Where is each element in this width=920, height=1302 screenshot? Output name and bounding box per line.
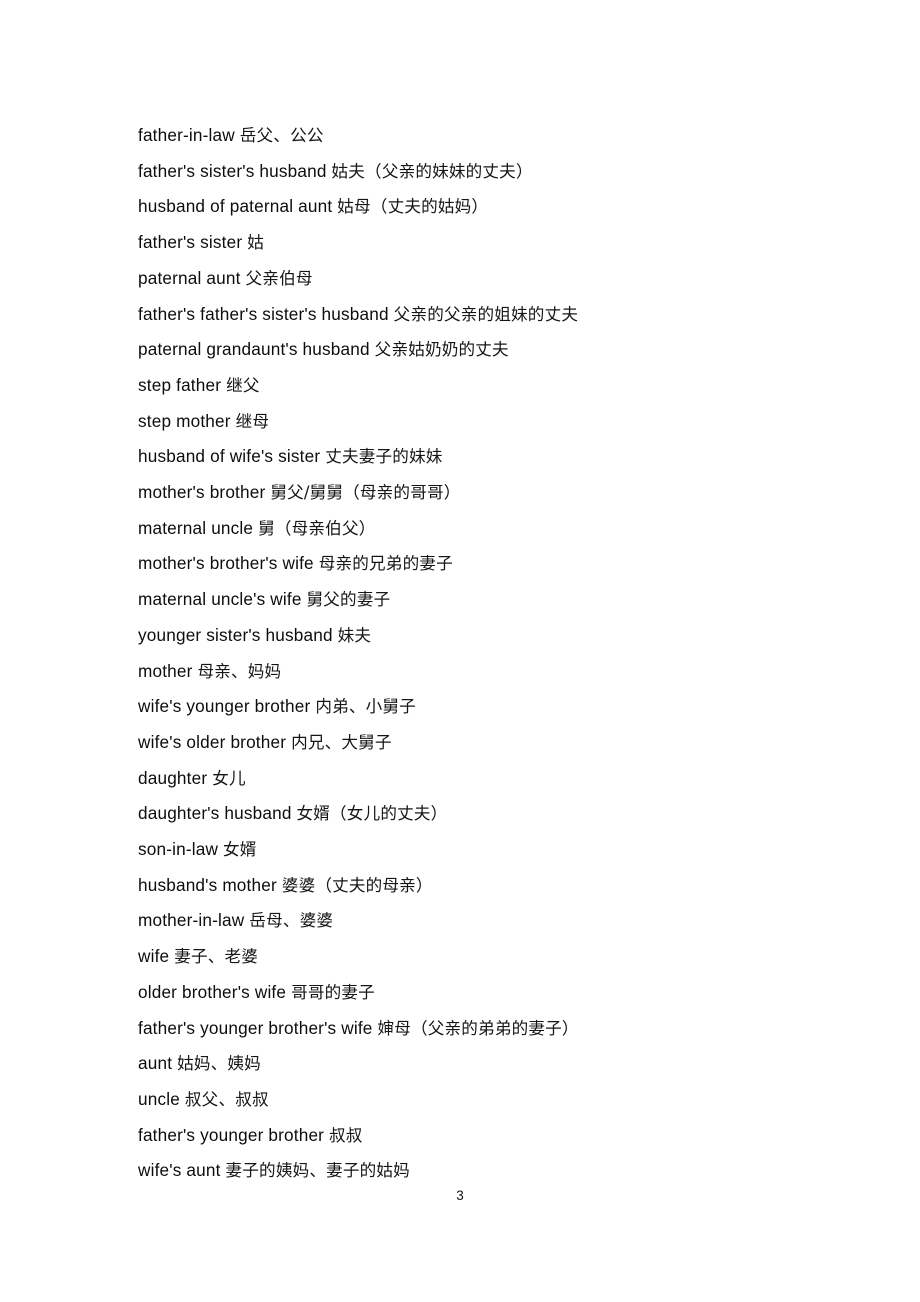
entry-gloss: 叔父、叔叔 (184, 1089, 269, 1109)
glossary-entry: aunt 姑妈、姨妈 (138, 1046, 818, 1082)
entry-gloss: 父亲伯母 (245, 268, 313, 288)
entry-gloss: 内兄、大舅子 (291, 732, 392, 752)
glossary-entry: son-in-law 女婿 (138, 832, 818, 868)
entry-term: aunt (138, 1053, 173, 1074)
glossary-entry: maternal uncle 舅（母亲伯父） (138, 511, 818, 547)
entry-gloss: 母亲、妈妈 (197, 661, 282, 681)
glossary-entry: wife's aunt 妻子的姨妈、妻子的姑妈 (138, 1153, 818, 1189)
entry-gloss: 婆婆（丈夫的母亲） (281, 875, 433, 895)
entry-gloss: 姑 (247, 233, 264, 253)
glossary-entry: husband of wife's sister 丈夫妻子的妹妹 (138, 439, 818, 475)
glossary-list: father-in-law 岳父、公公 father's sister's hus… (138, 118, 818, 1189)
entry-term: father's sister (138, 232, 243, 253)
glossary-entry: father's father's sister's husband 父亲的父亲… (138, 297, 818, 333)
glossary-entry: mother's brother's wife 母亲的兄弟的妻子 (138, 546, 818, 582)
glossary-entry: older brother's wife 哥哥的妻子 (138, 975, 818, 1011)
glossary-entry: paternal aunt 父亲伯母 (138, 261, 818, 297)
glossary-entry: wife's younger brother 内弟、小舅子 (138, 689, 818, 725)
entry-term: mother's brother's wife (138, 553, 314, 574)
entry-term: wife's older brother (138, 731, 287, 752)
glossary-entry: uncle 叔父、叔叔 (138, 1082, 818, 1118)
entry-gloss: 妻子的姨妈、妻子的姑妈 (225, 1161, 410, 1181)
entry-term: wife's aunt (138, 1160, 221, 1181)
entry-term: wife (138, 946, 170, 967)
glossary-entry: wife's older brother 内兄、大舅子 (138, 725, 818, 761)
entry-gloss: 叔叔 (329, 1125, 363, 1145)
glossary-entry: mother-in-law 岳母、婆婆 (138, 903, 818, 939)
entry-term: paternal grandaunt's husband (138, 339, 370, 360)
entry-gloss: 岳母、婆婆 (249, 911, 334, 931)
entry-gloss: 舅父的妻子 (306, 590, 391, 610)
entry-gloss: 继父 (226, 375, 260, 395)
glossary-entry: maternal uncle's wife 舅父的妻子 (138, 582, 818, 618)
entry-gloss: 内弟、小舅子 (315, 697, 416, 717)
glossary-entry: husband of paternal aunt 姑母（丈夫的姑妈） (138, 189, 818, 225)
entry-gloss: 哥哥的妻子 (291, 982, 375, 1002)
entry-gloss: 妻子、老婆 (174, 947, 259, 967)
entry-term: paternal aunt (138, 267, 241, 288)
glossary-entry: husband's mother 婆婆（丈夫的母亲） (138, 868, 818, 904)
entry-term: step father (138, 374, 222, 395)
document-page: father-in-law 岳父、公公 father's sister's hus… (0, 0, 920, 1302)
entry-term: older brother's wife (138, 981, 287, 1002)
entry-term: maternal uncle's wife (138, 589, 302, 610)
glossary-entry: father-in-law 岳父、公公 (138, 118, 818, 154)
entry-term: uncle (138, 1088, 180, 1109)
entry-gloss: 岳父、公公 (239, 126, 324, 145)
entry-term: step mother (138, 410, 231, 431)
glossary-entry: step father 继父 (138, 368, 818, 404)
glossary-entry: daughter 女儿 (138, 761, 818, 797)
entry-term: husband's mother (138, 874, 277, 895)
entry-gloss: 女婿 (223, 840, 257, 860)
entry-gloss: 继母 (235, 411, 270, 431)
entry-gloss: 舅（母亲伯父） (258, 518, 376, 538)
entry-term: maternal uncle (138, 517, 254, 538)
glossary-entry: younger sister's husband 妹夫 (138, 618, 818, 654)
entry-gloss: 婶母（父亲的弟弟的妻子） (377, 1018, 579, 1038)
entry-term: husband of wife's sister (138, 446, 321, 467)
entry-term: father-in-law (138, 125, 235, 145)
glossary-entry: father's younger brother 叔叔 (138, 1118, 818, 1154)
entry-term: husband of paternal aunt (138, 196, 333, 217)
page-number: 3 (456, 1188, 464, 1203)
entry-gloss: 父亲的父亲的姐妹的丈夫 (393, 304, 579, 324)
entry-gloss: 舅父/舅舅（母亲的哥哥） (270, 483, 461, 503)
entry-term: mother-in-law (138, 910, 245, 931)
entry-term: mother's brother (138, 482, 266, 503)
entry-gloss: 姑母（丈夫的姑妈） (337, 197, 489, 217)
glossary-entry: father's sister 姑 (138, 225, 818, 261)
entry-gloss: 女婿（女儿的丈夫） (296, 804, 448, 824)
glossary-entry: paternal grandaunt's husband 父亲姑奶奶的丈夫 (138, 332, 818, 368)
entry-gloss: 姑妈、姨妈 (177, 1054, 261, 1074)
glossary-entry: father's younger brother's wife 婶母（父亲的弟弟… (138, 1011, 818, 1047)
entry-gloss: 女儿 (212, 768, 246, 788)
glossary-entry: wife 妻子、老婆 (138, 939, 818, 975)
glossary-entry: daughter's husband 女婿（女儿的丈夫） (138, 796, 818, 832)
entry-gloss: 妹夫 (337, 625, 372, 645)
entry-term: mother (138, 660, 193, 681)
entry-term: daughter's husband (138, 803, 292, 824)
entry-term: father's sister's husband (138, 160, 327, 181)
entry-term: father's younger brother's wife (138, 1017, 373, 1038)
glossary-entry: father's sister's husband 姑夫（父亲的妹妹的丈夫） (138, 154, 818, 190)
entry-term: son-in-law (138, 839, 219, 860)
entry-term: daughter (138, 767, 208, 788)
entry-gloss: 父亲姑奶奶的丈夫 (374, 340, 509, 360)
entry-term: younger sister's husband (138, 624, 333, 645)
entry-gloss: 姑夫（父亲的妹妹的丈夫） (331, 161, 533, 181)
entry-gloss: 丈夫妻子的妹妹 (325, 447, 443, 467)
entry-gloss: 母亲的兄弟的妻子 (318, 554, 453, 574)
glossary-entry: mother 母亲、妈妈 (138, 654, 818, 690)
entry-term: wife's younger brother (138, 696, 311, 717)
entry-term: father's father's sister's husband (138, 303, 389, 324)
entry-term: father's younger brother (138, 1124, 325, 1145)
glossary-entry: mother's brother 舅父/舅舅（母亲的哥哥） (138, 475, 818, 511)
glossary-entry: step mother 继母 (138, 404, 818, 440)
